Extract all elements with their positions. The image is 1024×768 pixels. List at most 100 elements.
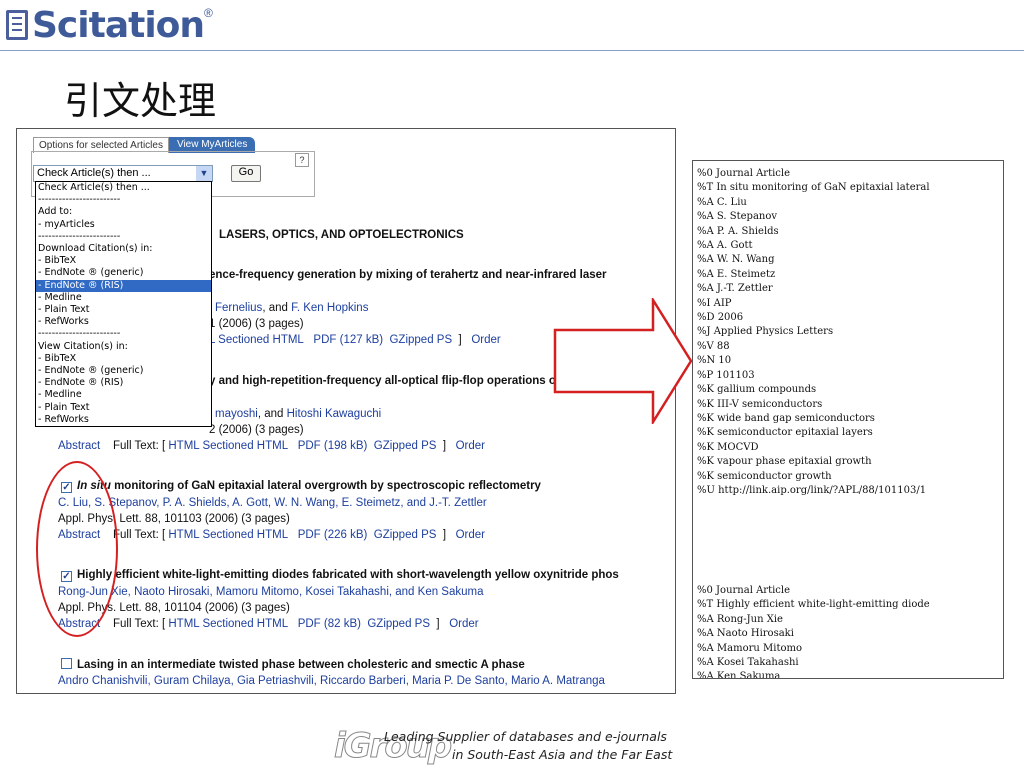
ris-line: %A Kosei Takahashi xyxy=(697,657,799,669)
tagline-line-2: in South-East Asia and the Far East xyxy=(452,747,673,762)
dropdown-option[interactable]: ------------------------ xyxy=(36,328,211,340)
dropdown-option[interactable]: - BibTeX xyxy=(36,353,211,365)
ris-line: %A Naoto Hirosaki xyxy=(697,628,794,640)
author-link[interactable]: mayoshi xyxy=(215,408,258,420)
dropdown-option[interactable]: - Medline xyxy=(36,292,211,304)
dropdown-option[interactable]: Check Article(s) then ... xyxy=(36,182,211,194)
dropdown-option[interactable]: - EndNote ® (RIS) xyxy=(36,377,211,389)
select-value: Check Article(s) then ... xyxy=(37,167,151,179)
ris-line: %K vapour phase epitaxial growth xyxy=(697,456,872,468)
go-button[interactable]: Go xyxy=(231,165,261,182)
ris-line: %0 Journal Article xyxy=(697,585,791,596)
dropdown-option[interactable]: - EndNote ® (generic) xyxy=(36,365,211,377)
tagline-line-1: Leading Supplier of databases and e-jour… xyxy=(384,729,667,744)
author-link[interactable]: Fernelius xyxy=(215,302,262,314)
ris-line: %K MOCVD xyxy=(697,441,759,453)
dropdown-option[interactable]: - RefWorks xyxy=(36,316,211,328)
article-authors: Fernelius, and F. Ken Hopkins xyxy=(215,302,368,314)
dropdown-option[interactable]: - RefWorks xyxy=(36,414,211,426)
article-reference: 2 (2006) (3 pages) xyxy=(209,424,304,436)
gzipped-ps-link[interactable]: GZipped PS xyxy=(389,334,452,346)
dropdown-option[interactable]: - myArticles xyxy=(36,219,211,231)
pdf-link[interactable]: PDF (82 kB) xyxy=(298,618,361,630)
author-links[interactable]: Rong-Jun Xie, Naoto Hirosaki, Mamoru Mit… xyxy=(58,586,484,598)
annotation-oval xyxy=(36,461,118,637)
full-text-label: Full Text: [ xyxy=(112,618,166,630)
order-link[interactable]: Order xyxy=(449,618,478,630)
full-text-label: Full Text: [ xyxy=(112,529,166,541)
dropdown-option[interactable]: - BibTeX xyxy=(36,255,211,267)
dropdown-option[interactable]: - EndNote ® (generic) xyxy=(36,267,211,279)
ris-record: %0 Journal Article %T In situ monitoring … xyxy=(697,167,930,498)
slide-title: 引文处理 xyxy=(64,79,217,123)
ris-line: %A Rong-Jun Xie xyxy=(697,613,783,625)
article-authors: Andro Chanishvili, Guram Chilaya, Gia Pe… xyxy=(58,675,605,687)
ris-line: %A C. Liu xyxy=(697,196,747,208)
article-title-row: Lasing in an intermediate twisted phase … xyxy=(61,658,525,671)
authors-separator: , and xyxy=(262,302,292,314)
article-authors: Rong-Jun Xie, Naoto Hirosaki, Mamoru Mit… xyxy=(58,586,484,598)
order-link[interactable]: Order xyxy=(456,529,485,541)
sectioned-html-link[interactable]: HTML Sectioned HTML xyxy=(168,440,288,452)
ris-line: %I AIP xyxy=(697,297,732,309)
dropdown-option[interactable]: - EndNote ® (RIS) xyxy=(36,279,211,292)
sectioned-html-link[interactable]: HTML Sectioned HTML xyxy=(168,618,288,630)
help-icon[interactable]: ? xyxy=(295,153,309,167)
registered-mark: ® xyxy=(204,6,213,20)
order-link[interactable]: Order xyxy=(456,440,485,452)
red-arrow-icon xyxy=(553,298,693,424)
ris-output-panel: %0 Journal Article %T In situ monitoring … xyxy=(692,160,1004,679)
ris-line: %U http://link.aip.org/link/?APL/88/1011… xyxy=(697,484,927,496)
article-title[interactable]: monitoring of GaN epitaxial lateral over… xyxy=(111,480,541,492)
article-title[interactable]: Lasing in an intermediate twisted phase … xyxy=(77,659,525,671)
dropdown-option[interactable]: Download Citation(s) in: xyxy=(36,243,211,255)
pdf-link[interactable]: PDF (226 kB) xyxy=(298,529,368,541)
dropdown-option[interactable]: Add to: xyxy=(36,206,211,218)
order-link[interactable]: Order xyxy=(471,334,500,346)
article-links: Abstract Full Text: [ HTML Sectioned HTM… xyxy=(58,440,485,452)
ris-line: %J Applied Physics Letters xyxy=(697,326,834,338)
bracket: ] xyxy=(436,618,440,630)
author-link[interactable]: F. Ken Hopkins xyxy=(291,302,368,314)
gzipped-ps-link[interactable]: GZipped PS xyxy=(367,618,430,630)
article-checkbox[interactable] xyxy=(61,658,72,669)
chevron-down-icon[interactable]: ▼ xyxy=(196,166,212,181)
dropdown-option[interactable]: ------------------------ xyxy=(36,194,211,206)
author-links[interactable]: Andro Chanishvili, Guram Chilaya, Gia Pe… xyxy=(58,675,605,687)
dropdown-option[interactable]: - Medline xyxy=(36,389,211,401)
ris-line: %A J.-T. Zettler xyxy=(697,283,773,295)
author-link[interactable]: Hitoshi Kawaguchi xyxy=(287,408,382,420)
article-authors: mayoshi, and Hitoshi Kawaguchi xyxy=(215,408,381,420)
article-title[interactable]: ence-frequency generation by mixing of t… xyxy=(209,269,607,281)
article-title-row: ✓ In situ monitoring of GaN epitaxial lat… xyxy=(61,480,541,493)
ris-line: %N 10 xyxy=(697,355,732,367)
document-icon xyxy=(6,10,28,40)
ris-line: %K semiconductor epitaxial layers xyxy=(697,427,873,439)
article-title[interactable]: Highly efficient white-light-emitting di… xyxy=(77,569,619,581)
ris-line: %A S. Stepanov xyxy=(697,211,778,223)
header-divider xyxy=(0,50,1024,51)
ris-line: %K wide band gap semiconductors xyxy=(697,412,875,424)
authors-separator: , and xyxy=(257,408,287,420)
article-links: Abstract Full Text: [ HTML Sectioned HTM… xyxy=(58,618,479,630)
article-links: L Sectioned HTML PDF (127 kB) GZipped PS… xyxy=(209,334,501,346)
citation-action-select[interactable]: Check Article(s) then ... ▼ xyxy=(33,165,213,182)
sectioned-html-link[interactable]: L Sectioned HTML xyxy=(209,334,304,346)
abstract-link[interactable]: Abstract xyxy=(58,440,100,452)
dropdown-option[interactable]: - Plain Text xyxy=(36,304,211,316)
article-authors: C. Liu, S. Stepanov, P. A. Shields, A. G… xyxy=(58,497,487,509)
gzipped-ps-link[interactable]: GZipped PS xyxy=(374,440,437,452)
pdf-link[interactable]: PDF (198 kB) xyxy=(298,440,368,452)
author-links[interactable]: C. Liu, S. Stepanov, P. A. Shields, A. G… xyxy=(58,497,487,509)
sectioned-html-link[interactable]: HTML Sectioned HTML xyxy=(168,529,288,541)
ris-line: %T Highly efficient white-light-emitting… xyxy=(697,599,930,611)
dropdown-option[interactable]: View Citation(s) in: xyxy=(36,341,211,353)
citation-action-dropdown: Check Article(s) then ... ---------------… xyxy=(35,181,212,428)
pdf-link[interactable]: PDF (127 kB) xyxy=(313,334,383,346)
gzipped-ps-link[interactable]: GZipped PS xyxy=(374,529,437,541)
ris-line: %P 101103 xyxy=(697,369,755,381)
ris-line: %A P. A. Shields xyxy=(697,225,779,237)
ris-line: %A Ken Sakuma xyxy=(697,671,781,679)
dropdown-option[interactable]: ------------------------ xyxy=(36,231,211,243)
dropdown-option[interactable]: - Plain Text xyxy=(36,402,211,414)
